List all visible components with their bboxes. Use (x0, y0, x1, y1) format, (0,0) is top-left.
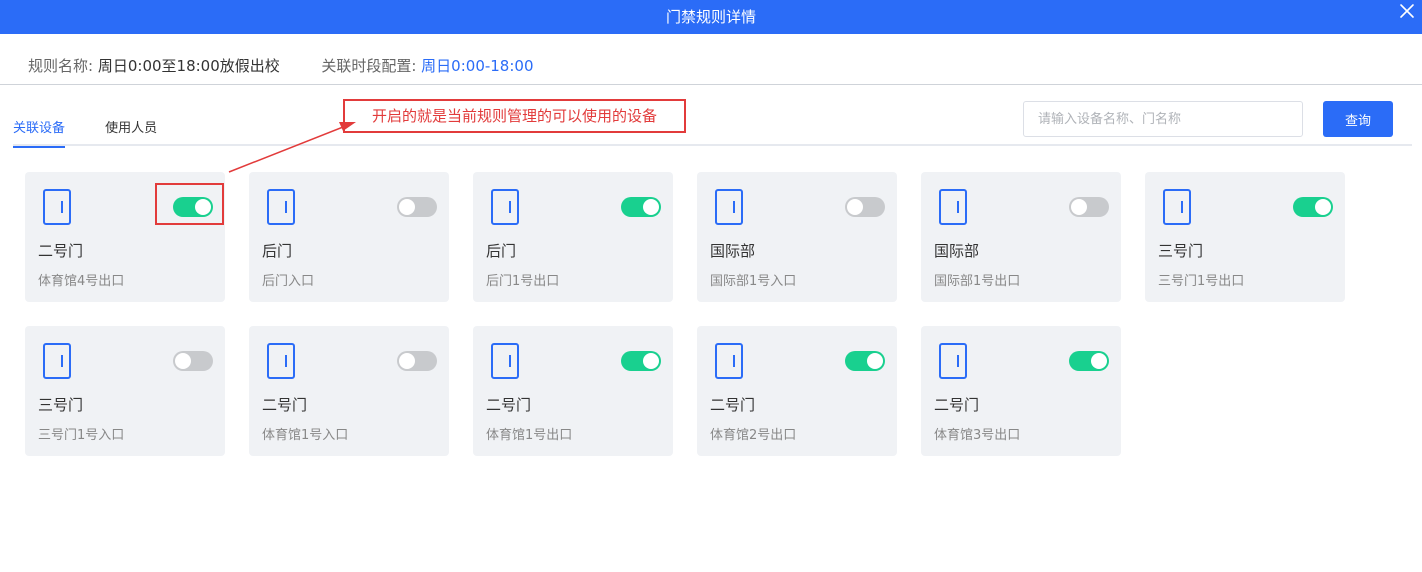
device-location: 后门1号出口 (486, 274, 560, 289)
door-icon (267, 343, 295, 379)
device-name: 后门 (486, 242, 517, 260)
device-name: 二号门 (934, 396, 980, 414)
device-name: 二号门 (38, 242, 84, 260)
device-card: 后门后门1号出口 (473, 172, 673, 302)
device-name: 国际部 (710, 242, 756, 260)
rule-name-label: 规则名称: (28, 57, 94, 75)
device-toggle[interactable] (845, 197, 885, 217)
divider (0, 84, 1422, 85)
rule-info: 规则名称: 周日0:00至18:00放假出校 关联时段配置: 周日0:00-18… (28, 55, 534, 76)
toggle-knob (847, 199, 863, 215)
device-card: 国际部国际部1号出口 (921, 172, 1121, 302)
device-name: 二号门 (486, 396, 532, 414)
device-card: 二号门体育馆4号出口 (25, 172, 225, 302)
query-button[interactable]: 查询 (1323, 101, 1393, 137)
device-location: 体育馆1号入口 (262, 428, 349, 443)
device-card: 二号门体育馆1号入口 (249, 326, 449, 456)
dialog-title: 门禁规则详情 (665, 8, 756, 26)
door-icon (939, 189, 967, 225)
tab-users[interactable]: 使用人员 (105, 117, 157, 146)
device-name: 三号门 (1158, 242, 1204, 260)
tab-divider (13, 144, 1412, 146)
annotation-callout: 开启的就是当前规则管理的可以使用的设备 (343, 99, 686, 133)
toggle-knob (399, 353, 415, 369)
device-name: 后门 (262, 242, 293, 260)
device-name: 国际部 (934, 242, 980, 260)
door-icon (491, 189, 519, 225)
device-location: 三号门1号入口 (38, 428, 125, 443)
door-icon (715, 189, 743, 225)
device-toggle[interactable] (621, 351, 661, 371)
device-name: 二号门 (710, 396, 756, 414)
device-location: 体育馆1号出口 (486, 428, 573, 443)
device-location: 三号门1号出口 (1158, 274, 1245, 289)
search-input[interactable] (1023, 101, 1303, 137)
door-icon (491, 343, 519, 379)
device-location: 国际部1号出口 (934, 274, 1021, 289)
device-location: 体育馆3号出口 (934, 428, 1021, 443)
rule-name-value: 周日0:00至18:00放假出校 (97, 57, 280, 75)
device-toggle[interactable] (397, 197, 437, 217)
device-name: 三号门 (38, 396, 84, 414)
device-card: 二号门体育馆3号出口 (921, 326, 1121, 456)
device-toggle[interactable] (173, 197, 213, 217)
device-location: 体育馆4号出口 (38, 274, 125, 289)
period-value-link[interactable]: 周日0:00-18:00 (421, 57, 533, 75)
door-icon (1163, 189, 1191, 225)
device-toggle[interactable] (1069, 351, 1109, 371)
device-card: 二号门体育馆2号出口 (697, 326, 897, 456)
device-location: 国际部1号入口 (710, 274, 797, 289)
toggle-knob (1091, 353, 1107, 369)
device-card: 二号门体育馆1号出口 (473, 326, 673, 456)
device-card: 三号门三号门1号入口 (25, 326, 225, 456)
toggle-knob (195, 199, 211, 215)
device-toggle[interactable] (397, 351, 437, 371)
dialog-header: 门禁规则详情 (0, 0, 1422, 34)
door-icon (43, 189, 71, 225)
toggle-knob (175, 353, 191, 369)
toggle-knob (867, 353, 883, 369)
device-toggle[interactable] (621, 197, 661, 217)
door-icon (43, 343, 71, 379)
device-card: 后门 后门入口 (249, 172, 449, 302)
period-label: 关联时段配置: (321, 57, 417, 75)
device-name: 二号门 (262, 396, 308, 414)
device-toggle[interactable] (1069, 197, 1109, 217)
device-location: 体育馆2号出口 (710, 428, 797, 443)
device-card: 三号门三号门1号出口 (1145, 172, 1345, 302)
device-toggle[interactable] (1293, 197, 1333, 217)
toggle-knob (1315, 199, 1331, 215)
door-icon (267, 189, 295, 225)
device-toggle[interactable] (173, 351, 213, 371)
door-icon (939, 343, 967, 379)
toggle-knob (643, 199, 659, 215)
device-toggle[interactable] (845, 351, 885, 371)
toggle-knob (1071, 199, 1087, 215)
close-icon[interactable] (1398, 2, 1416, 20)
device-card: 国际部国际部1号入口 (697, 172, 897, 302)
door-icon (715, 343, 743, 379)
device-location: 后门入口 (262, 274, 315, 289)
toggle-knob (643, 353, 659, 369)
toggle-knob (399, 199, 415, 215)
